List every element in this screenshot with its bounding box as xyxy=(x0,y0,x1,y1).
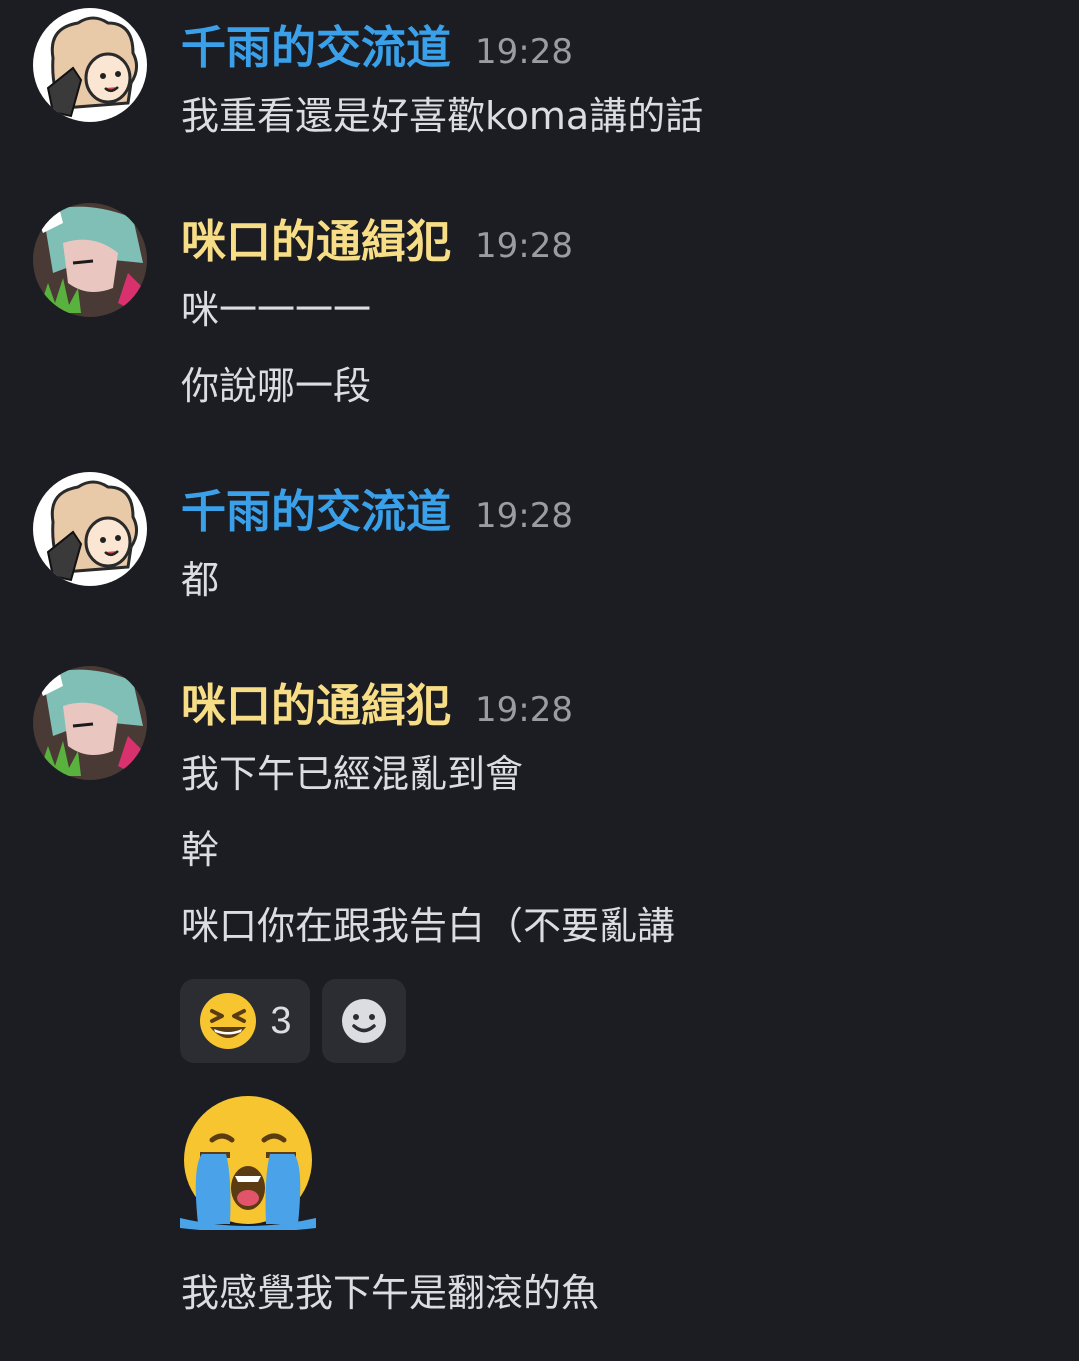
timestamp: 19:28 xyxy=(475,690,573,730)
laughing-face-icon xyxy=(200,993,257,1049)
message-text[interactable]: 咪一一一一 xyxy=(181,284,371,336)
timestamp: 19:28 xyxy=(475,226,573,266)
message-text[interactable]: 我重看還是好喜歡koma講的話 xyxy=(181,90,703,142)
anime-character-avatar-icon xyxy=(33,666,147,780)
avatar[interactable] xyxy=(33,472,147,586)
message-header: 咪口的通緝犯 19:28 xyxy=(181,676,573,736)
chat-view: 千雨的交流道 19:28 我重看還是好喜歡koma講的話 咪口的通緝犯 19:2… xyxy=(0,0,1079,1361)
avatar[interactable] xyxy=(33,8,147,122)
message-text[interactable]: 都 xyxy=(181,554,219,606)
cartoon-girl-avatar-icon xyxy=(33,472,147,586)
message-text[interactable]: 我感覺我下午是翻滾的魚 xyxy=(181,1267,599,1319)
reaction-count: 3 xyxy=(270,999,292,1042)
cartoon-girl-avatar-icon xyxy=(33,8,147,122)
message-header: 千雨的交流道 19:28 xyxy=(181,482,573,542)
add-reaction-icon xyxy=(342,999,386,1043)
emoji-message[interactable] xyxy=(178,1096,318,1232)
reaction-laughing[interactable]: 3 xyxy=(180,979,310,1063)
username[interactable]: 千雨的交流道 xyxy=(181,18,451,78)
avatar[interactable] xyxy=(33,666,147,780)
message-text[interactable]: 咪口你在跟我告白（不要亂講 xyxy=(181,900,675,952)
reaction-bar: 3 xyxy=(180,979,406,1063)
message-text[interactable]: 你說哪一段 xyxy=(181,360,371,412)
loudly-crying-face-icon xyxy=(180,1096,316,1232)
message-header: 咪口的通緝犯 19:28 xyxy=(181,212,573,272)
username[interactable]: 咪口的通緝犯 xyxy=(181,676,451,736)
username[interactable]: 咪口的通緝犯 xyxy=(181,212,451,272)
anime-character-avatar-icon xyxy=(33,203,147,317)
add-reaction-button[interactable] xyxy=(322,979,406,1063)
username[interactable]: 千雨的交流道 xyxy=(181,482,451,542)
timestamp: 19:28 xyxy=(475,32,573,72)
message-text[interactable]: 我下午已經混亂到會 xyxy=(181,748,523,800)
message-text[interactable]: 幹 xyxy=(181,824,219,876)
avatar[interactable] xyxy=(33,203,147,317)
timestamp: 19:28 xyxy=(475,496,573,536)
message-header: 千雨的交流道 19:28 xyxy=(181,18,573,78)
